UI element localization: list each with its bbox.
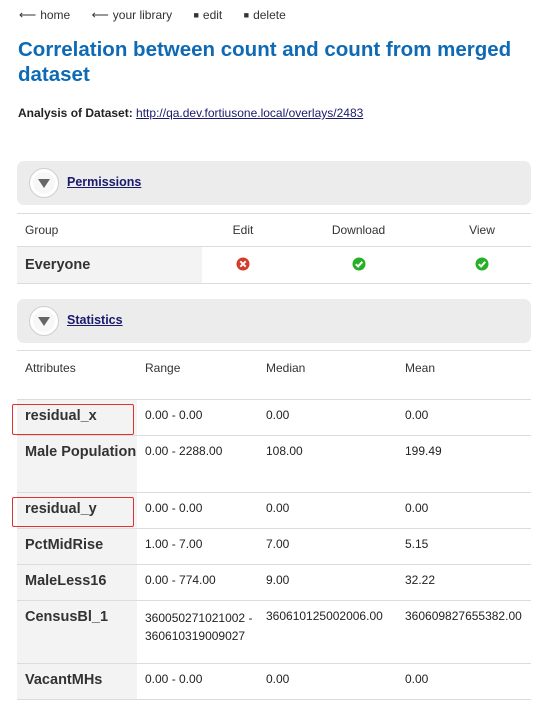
permissions-link[interactable]: Permissions [67,175,141,189]
page-title: Correlation between count and count from… [18,38,512,86]
range-cell: 0.00 - 2288.00 [137,435,258,493]
attribute-name: VacantMHs [17,663,137,700]
column-header: Range [137,350,258,385]
table-row: Male Population 0.00 - 2288.00 108.00 19… [17,435,531,493]
column-header: Group [17,213,202,247]
statistics-link[interactable]: Statistics [67,313,123,327]
highlight-box [12,497,134,527]
permissions-table: Group Edit Download View Everyone [17,213,531,284]
median-cell: 360610125002006.00 [258,600,397,664]
back-arrow-icon: ⟵ [19,8,37,22]
column-header: Attributes [17,350,137,385]
median-cell: 9.00 [258,564,397,601]
analysis-source: Analysis of Dataset: http://qa.dev.forti… [18,106,363,120]
range-cell: 0.00 - 0.00 [137,492,258,529]
library-label: your library [112,8,173,22]
denied-icon [236,257,250,270]
median-cell: 7.00 [258,528,397,565]
top-nav: ⟵ home ⟵ your library ■ edit ■ delete [19,8,304,22]
table-row: PctMidRise 1.00 - 7.00 7.00 5.15 [17,528,531,565]
mean-cell: 360609827655382.00 [397,600,531,664]
column-header: Mean [397,350,531,385]
edit-permission-cell[interactable] [202,246,284,284]
column-header: Edit [202,213,284,247]
mean-cell: 0.00 [397,492,531,529]
collapse-toggle[interactable] [29,168,59,198]
delete-label: delete [253,8,286,22]
back-arrow-icon: ⟵ [91,8,109,22]
bullet-icon: ■ [243,10,250,20]
library-link[interactable]: ⟵ your library [92,8,173,22]
range-cell: 1.00 - 7.00 [137,528,258,565]
table-row: MaleLess16 0.00 - 774.00 9.00 32.22 [17,564,531,601]
dataset-link[interactable]: http://qa.dev.fortiusone.local/overlays/… [136,106,363,120]
allowed-check-icon [352,257,365,270]
range-cell: 0.00 - 774.00 [137,564,258,601]
allowed-check-icon [475,257,489,270]
bullet-icon: ■ [193,10,199,20]
column-header: Download [284,213,433,247]
edit-link[interactable]: ■ edit [193,8,222,22]
median-cell: 108.00 [258,435,397,493]
mean-cell: 199.49 [397,435,531,493]
table-row: VacantMHs 0.00 - 0.00 0.00 0.00 [17,663,531,700]
chevron-down-icon [38,179,50,188]
range-cell: 0.00 - 0.00 [137,663,258,700]
mean-cell: 0.00 [397,663,531,700]
attribute-name: Male Population [17,435,137,493]
range-cell: 360050271021002 - 360610319009027 [137,600,258,664]
mean-cell: 32.22 [397,564,531,601]
analysis-label: Analysis of Dataset: [18,106,133,120]
delete-link[interactable]: ■ delete [244,8,286,22]
range-cell: 0.00 - 0.00 [137,399,258,436]
home-label: home [40,8,71,22]
median-cell: 0.00 [258,399,397,436]
column-header: View [433,213,531,247]
attribute-name: PctMidRise [17,528,137,565]
mean-cell: 0.00 [397,399,531,436]
edit-label: edit [202,8,223,22]
permissions-panel-header: Permissions [17,161,531,205]
view-permission-cell[interactable] [433,246,531,284]
table-row: Everyone [17,246,531,284]
home-link[interactable]: ⟵ home [19,8,70,22]
statistics-panel-header: Statistics [17,299,531,343]
attribute-name: CensusBl_1 [17,600,137,664]
highlight-box [12,404,134,435]
chevron-down-icon [38,317,50,326]
table-row: CensusBl_1 360050271021002 - 36061031900… [17,600,531,664]
median-cell: 0.00 [258,492,397,529]
column-header: Median [258,350,397,385]
median-cell: 0.00 [258,663,397,700]
mean-cell: 5.15 [397,528,531,565]
collapse-toggle[interactable] [29,306,59,336]
attribute-name: MaleLess16 [17,564,137,601]
group-name: Everyone [17,246,202,284]
download-permission-cell[interactable] [284,246,433,284]
